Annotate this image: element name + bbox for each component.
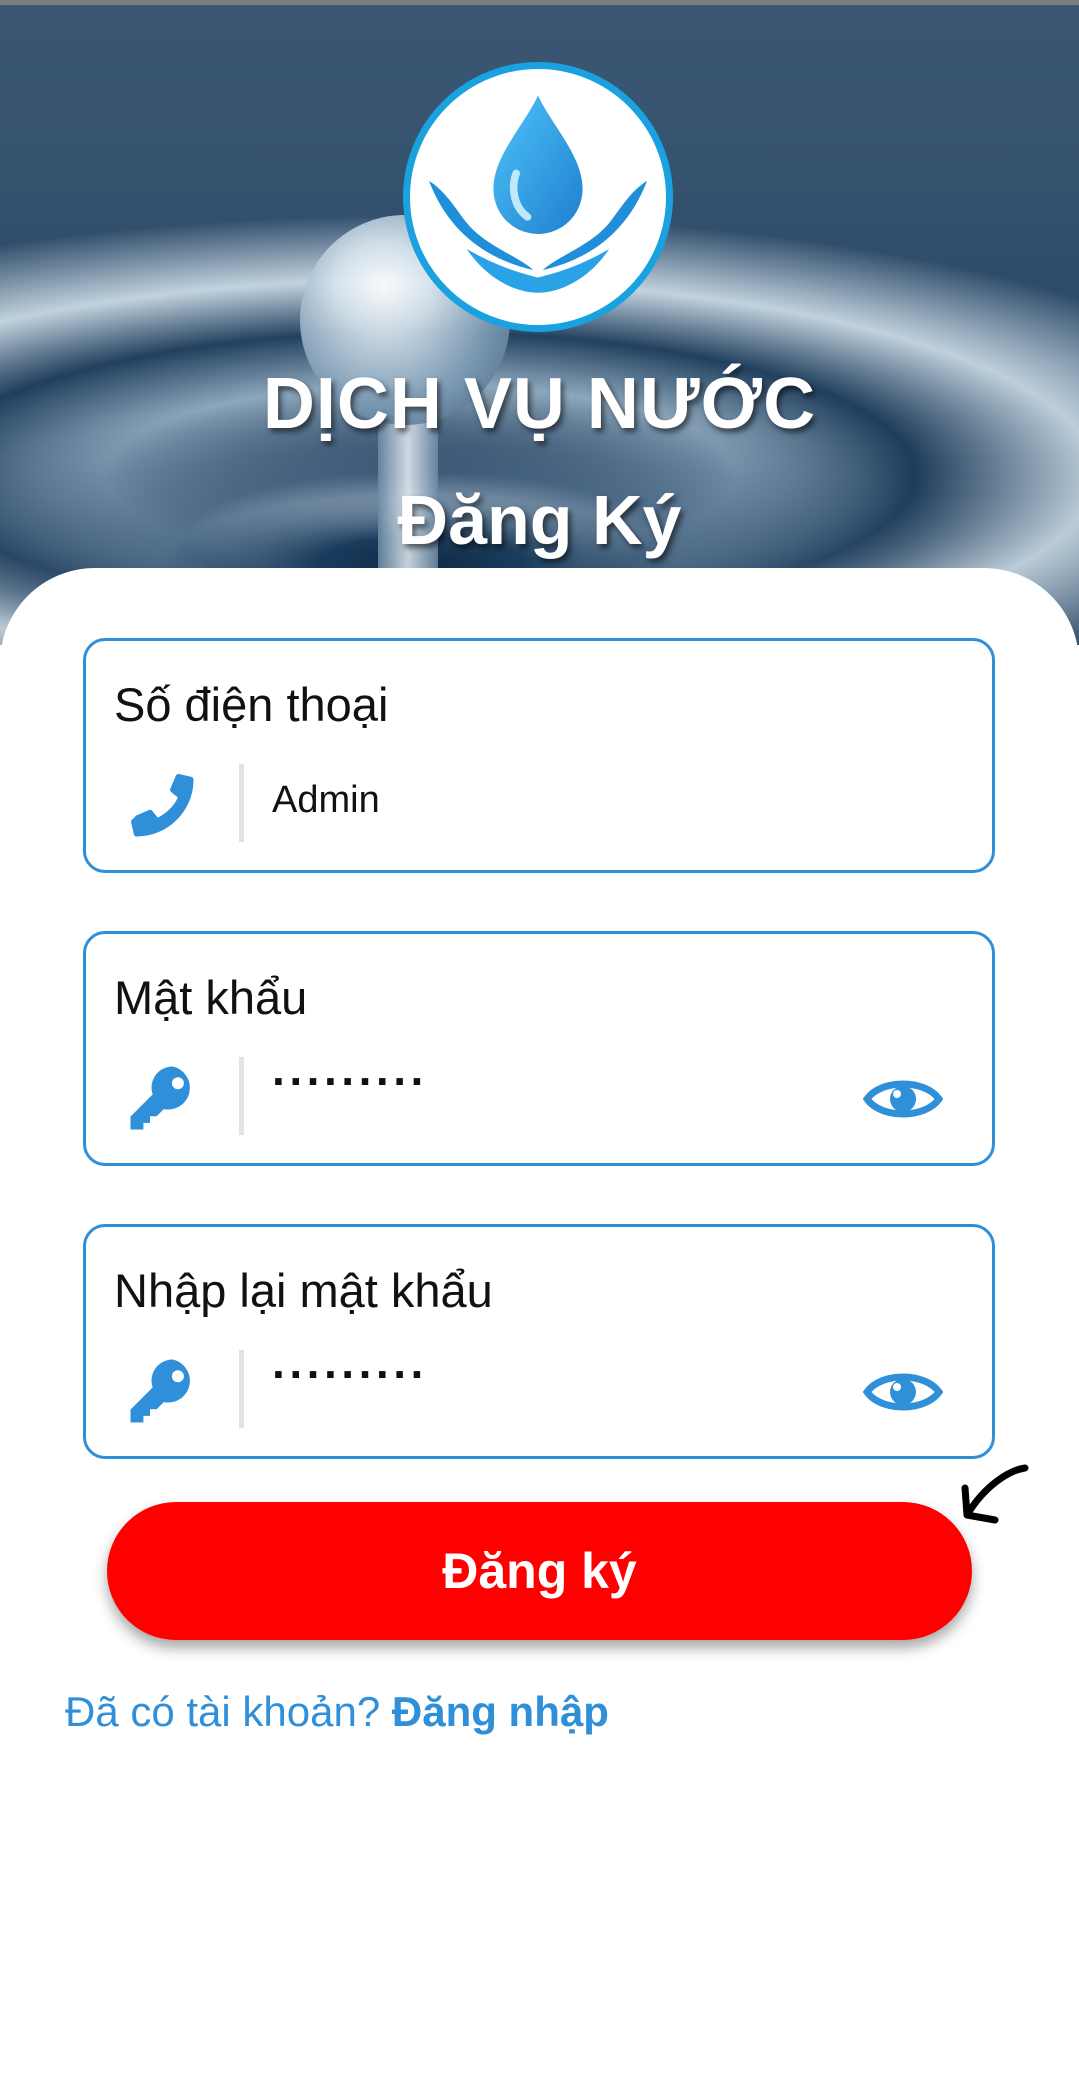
eye-icon[interactable] [863,1364,943,1420]
confirm-password-input[interactable]: ········· [272,1347,428,1401]
key-icon [130,1359,190,1423]
password-field[interactable]: Mật khẩu ········· [83,931,995,1166]
password-input[interactable]: ········· [272,1054,428,1108]
key-icon [130,1066,190,1130]
phone-icon [131,774,194,837]
confirm-password-field[interactable]: Nhập lại mật khẩu ········· [83,1224,995,1459]
phone-field[interactable]: Số điện thoại Admin [83,638,995,873]
login-link[interactable]: Đăng nhập [392,1688,609,1735]
login-prompt-text: Đã có tài khoản? [65,1688,381,1735]
field-divider [239,1057,244,1135]
page-title: Đăng Ký [397,481,682,559]
register-button[interactable]: Đăng ký [107,1502,972,1640]
phone-label: Số điện thoại [114,678,389,731]
confirm-password-label: Nhập lại mật khẩu [114,1264,493,1317]
hand-drawn-arrow-icon [961,1464,1029,1524]
app-logo [403,62,673,332]
app-title: DỊCH VỤ NƯỚC [262,364,817,444]
field-divider [239,1350,244,1428]
login-prompt: Đã có tài khoản? Đăng nhập [65,1688,609,1736]
password-label: Mật khẩu [114,971,308,1024]
phone-input[interactable]: Admin [272,779,380,822]
water-hands-logo-icon [428,95,648,293]
eye-icon[interactable] [863,1071,943,1127]
form-card: Số điện thoại Admin Mật khẩu ········· N… [0,568,1079,2073]
field-divider [239,764,244,842]
register-button-label: Đăng ký [442,1543,637,1599]
